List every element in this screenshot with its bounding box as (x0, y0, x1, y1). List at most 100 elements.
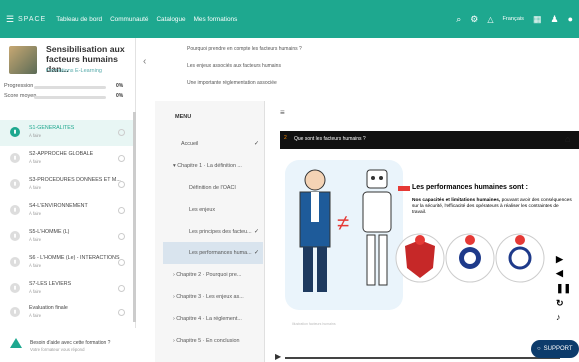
search-icon[interactable]: ⌕ (456, 14, 461, 25)
menu-item-label: › Chapitre 4 · La réglement... (173, 316, 242, 322)
topic-item[interactable]: Pourquoi prendre en compte les facteurs … (187, 46, 302, 52)
check-icon: ✓ (253, 141, 259, 147)
module-title: S2-APPROCHE GLOBALE (29, 151, 94, 157)
menu-item-label: › Chapitre 5 · En conclusion (173, 338, 240, 344)
score-bar (34, 96, 106, 99)
menu-item-selected[interactable]: Les performances huma... ✓ (163, 242, 263, 264)
chat-icon: ○ (537, 346, 541, 352)
user-avatar[interactable]: ● (568, 14, 573, 24)
app-logo[interactable]: SPACE (18, 16, 46, 23)
course-thumbnail (9, 46, 37, 74)
slide-progress-track[interactable] (285, 357, 560, 359)
module-icon: ▮ (10, 153, 20, 163)
menu-item-chapter-2[interactable]: › Chapitre 2 · Pourquoi pre... (163, 264, 263, 286)
notification-icon[interactable]: ♟ (550, 14, 558, 25)
check-icon: ✓ (253, 229, 259, 235)
module-icon: ▮ (10, 127, 20, 137)
course-type: Formations E-Learning (46, 68, 102, 74)
help-box[interactable]: Besoin d'aide avec cette formation ? Vot… (0, 328, 136, 362)
progress-label: Progression (4, 83, 34, 89)
pause-icon[interactable]: ❚❚ (556, 283, 571, 294)
module-icon: ▮ (10, 283, 20, 293)
menu-item-label: Les enjeux (189, 207, 216, 213)
help-title: Besoin d'aide avec cette formation ? (30, 340, 111, 346)
module-radio (118, 181, 125, 188)
volume-icon[interactable]: ♪ (556, 312, 561, 322)
module-icon: ▮ (10, 257, 20, 267)
module-status: À faire (29, 211, 42, 216)
module-title: S5-L'HOMME (L) (29, 229, 70, 235)
gear-icon[interactable]: ⚙ (470, 14, 478, 25)
perf-bold: Nos capacités et limitations humaines, (412, 198, 501, 203)
module-status: À faire (29, 159, 42, 164)
module-radio (118, 233, 125, 240)
module-radio (118, 207, 125, 214)
replay-icon[interactable]: ↻ (556, 298, 564, 309)
language-selector[interactable]: Français (503, 16, 524, 22)
module-item[interactable]: ▮ S6 - L'HOMME (Le) - INTERACTIONS À fai… (0, 250, 134, 276)
perf-bullet (398, 186, 410, 191)
hamburger-icon[interactable]: ☰ (2, 14, 18, 25)
menu-item-home[interactable]: Accueil ✓ (163, 133, 263, 155)
module-icon: ▮ (10, 179, 20, 189)
nav-community[interactable]: Communauté (110, 16, 148, 23)
performance-icons (395, 233, 545, 283)
module-title: S1-GENERALITES (29, 125, 75, 131)
module-status: À faire (29, 237, 42, 242)
menu-item-label: Les performances huma... (189, 250, 252, 256)
module-icon: ▮ (10, 205, 20, 215)
module-item[interactable]: ▮ Evaluation finale À faire (0, 300, 134, 326)
module-item[interactable]: ▮ S2-APPROCHE GLOBALE À faire (0, 146, 134, 172)
module-status: À faire (29, 133, 42, 138)
sidebar-scrollbar[interactable] (133, 112, 136, 322)
module-radio (118, 309, 125, 316)
module-icon: ▮ (10, 231, 20, 241)
menu-item-label: › Chapitre 2 · Pourquoi pre... (173, 272, 242, 278)
nav-catalog[interactable]: Catalogue (156, 16, 185, 23)
topic-item[interactable]: Les enjeux associés aux facteurs humains (187, 63, 281, 69)
module-title: S3-PROCEDURES DONNEES ET M... (29, 177, 121, 183)
module-item[interactable]: ▮ S3-PROCEDURES DONNEES ET M... À faire (0, 172, 134, 198)
module-status: À faire (29, 263, 42, 268)
next-slide-icon[interactable]: ▶ (556, 254, 563, 265)
module-status: À faire (29, 313, 42, 318)
perf-description: Nos capacités et limitations humaines, p… (412, 198, 572, 216)
module-item[interactable]: ▮ S7-LES LEVIERS À faire (0, 276, 134, 302)
menu-item[interactable]: Les enjeux (163, 199, 263, 221)
menu-item-chapter-3[interactable]: › Chapitre 3 · Les enjeux as... (163, 286, 263, 308)
module-radio (118, 129, 125, 136)
module-item[interactable]: ▮ S5-L'HOMME (L) À faire (0, 224, 134, 250)
language-flag-icon[interactable]: △ (487, 15, 493, 24)
menu-item-label: Accueil (181, 141, 199, 147)
home-icon[interactable]: ⌂ (565, 134, 570, 144)
help-subtitle: Votre formateur vous répond (30, 347, 85, 352)
score-value: 0% (116, 93, 124, 99)
module-item[interactable]: ▮ S4-L'ENVIRONNEMENT À faire (0, 198, 134, 224)
play-icon[interactable]: ▶ (275, 352, 281, 361)
menu-item-chapter-5[interactable]: › Chapitre 5 · En conclusion (163, 330, 263, 352)
menu-item[interactable]: Définition de l'OACI (163, 177, 263, 199)
nav-dashboard[interactable]: Tableau de bord (56, 16, 102, 23)
menu-header: MENU (175, 114, 192, 120)
module-item[interactable]: ▮ S1-GENERALITES À faire (0, 120, 134, 146)
menu-item[interactable]: Les principes des facteu... ✓ (163, 221, 263, 243)
support-button[interactable]: ○ SUPPORT (531, 340, 579, 358)
svg-text:≠: ≠ (337, 210, 349, 235)
image-caption: Illustration facteurs humains (292, 322, 336, 326)
prev-slide-icon[interactable]: ◀ (556, 268, 563, 279)
calendar-icon[interactable]: ▦ (533, 14, 542, 25)
top-navigation-bar: ☰ SPACE Tableau de bord Communauté Catal… (0, 0, 579, 38)
topic-item[interactable]: Une importante réglementation associée (187, 80, 277, 86)
progress-bar (34, 86, 106, 89)
module-title: S6 - L'HOMME (Le) - INTERACTIONS (29, 255, 120, 261)
menu-item-chapter-4[interactable]: › Chapitre 4 · La réglement... (163, 308, 263, 330)
slide-number: 2 (284, 135, 287, 141)
nav-my-courses[interactable]: Mes formations (194, 16, 238, 23)
menu-item-chapter-1[interactable]: ▾ Chapitre 1 · La définition ... (163, 155, 263, 177)
module-title: S7-LES LEVIERS (29, 281, 72, 287)
menu-item-label: Les principes des facteu... (189, 229, 252, 235)
progress-value: 0% (116, 83, 124, 89)
module-title: S4-L'ENVIRONNEMENT (29, 203, 88, 209)
menu-toggle-icon[interactable]: ≡ (280, 108, 285, 117)
collapse-sidebar-icon[interactable]: ‹ (143, 56, 146, 67)
